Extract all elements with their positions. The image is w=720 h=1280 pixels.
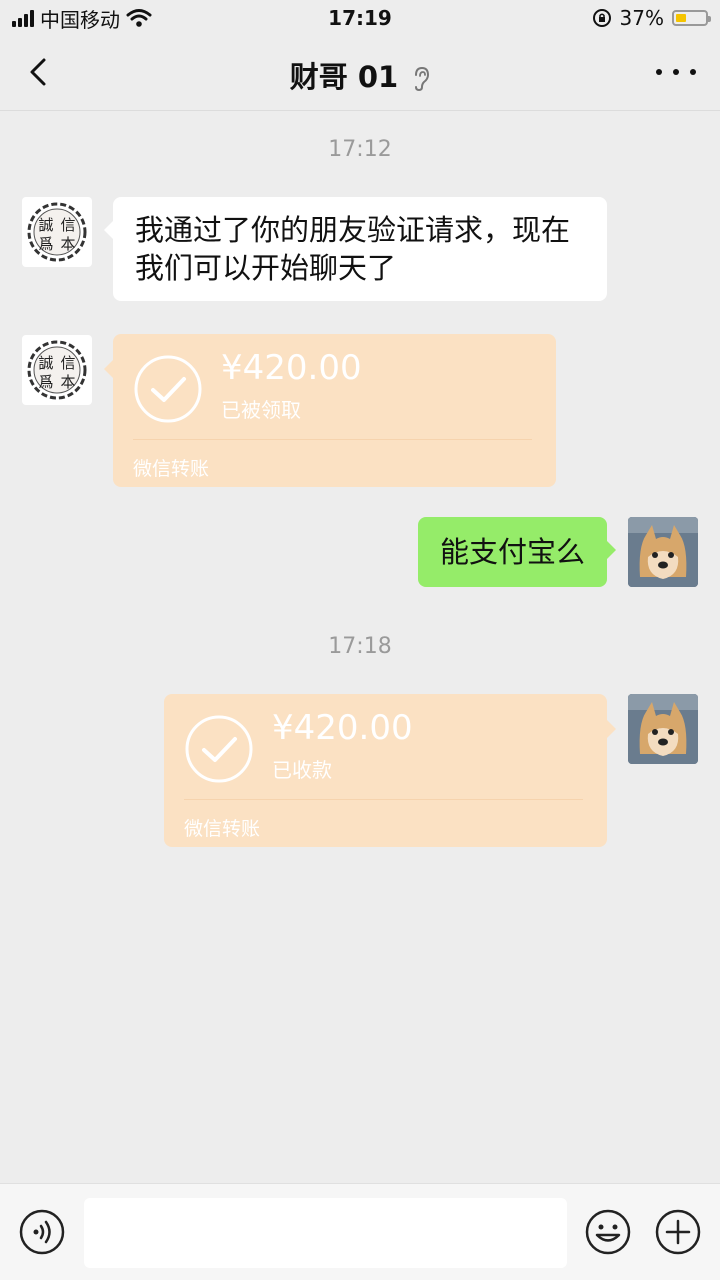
message-bubble[interactable]: 我通过了你的朋友验证请求，现在我们可以开始聊天了 — [104, 197, 607, 301]
transfer-status: 已收款 — [272, 758, 332, 782]
check-circle-icon — [134, 355, 202, 423]
chat-title-area: 财哥 01 — [0, 54, 720, 96]
message-input[interactable] — [84, 1198, 567, 1268]
battery-percent: 37% — [619, 6, 664, 30]
ear-icon — [415, 66, 430, 92]
seal-logo: 誠 信 爲 本 — [27, 202, 87, 262]
voice-icon[interactable] — [18, 1208, 66, 1256]
transfer-amount: ¥420.00 — [272, 708, 413, 748]
svg-text:爲: 爲 — [38, 373, 53, 391]
emoji-icon[interactable] — [584, 1208, 632, 1256]
status-right: 37% — [592, 6, 711, 30]
svg-text:本: 本 — [60, 373, 75, 391]
transfer-status: 已被领取 — [221, 398, 301, 422]
friend-avatar[interactable]: 誠 信 爲 本 — [22, 197, 92, 267]
my-message-bubble[interactable]: 能支付宝么 — [417, 517, 617, 587]
transfer-amount: ¥420.00 — [221, 348, 362, 388]
timestamp: 17:18 — [328, 634, 392, 659]
message-text: 我通过了你的朋友验证请求，现在我们可以开始聊天了 — [135, 213, 571, 285]
divider — [133, 439, 532, 440]
battery-icon — [672, 10, 711, 26]
timestamp: 17:12 — [328, 137, 392, 162]
svg-text:信: 信 — [60, 354, 75, 372]
plus-icon[interactable] — [654, 1208, 702, 1256]
dog-avatar-image — [628, 517, 698, 587]
battery-fill — [676, 14, 686, 22]
transfer-card[interactable]: ¥420.00 已被领取 微信转账 — [104, 334, 556, 487]
friend-avatar[interactable]: 誠 信 爲 本 — [22, 335, 92, 405]
svg-text:誠: 誠 — [38, 354, 53, 372]
check-circle-icon — [185, 715, 253, 783]
message-text: 能支付宝么 — [439, 535, 585, 569]
svg-text:本: 本 — [60, 235, 75, 253]
chat-header: 财哥 01 — [0, 36, 720, 111]
status-bar: 中国移动 17:19 37% — [0, 0, 720, 36]
chat-title: 财哥 01 — [289, 60, 399, 94]
transfer-card[interactable]: ¥420.00 已收款 微信转账 — [164, 694, 616, 847]
divider — [184, 799, 583, 800]
dog-avatar-image — [628, 694, 698, 764]
transfer-label: 微信转账 — [184, 818, 261, 840]
seal-logo: 誠 信 爲 本 — [27, 340, 87, 400]
my-avatar[interactable] — [628, 694, 698, 764]
more-icon[interactable] — [656, 60, 696, 84]
input-bar — [0, 1183, 720, 1280]
svg-text:信: 信 — [60, 216, 75, 234]
transfer-label: 微信转账 — [133, 458, 210, 480]
orientation-lock-icon — [592, 9, 611, 27]
svg-text:爲: 爲 — [38, 235, 53, 253]
svg-text:誠: 誠 — [38, 216, 53, 234]
my-avatar[interactable] — [628, 517, 698, 587]
